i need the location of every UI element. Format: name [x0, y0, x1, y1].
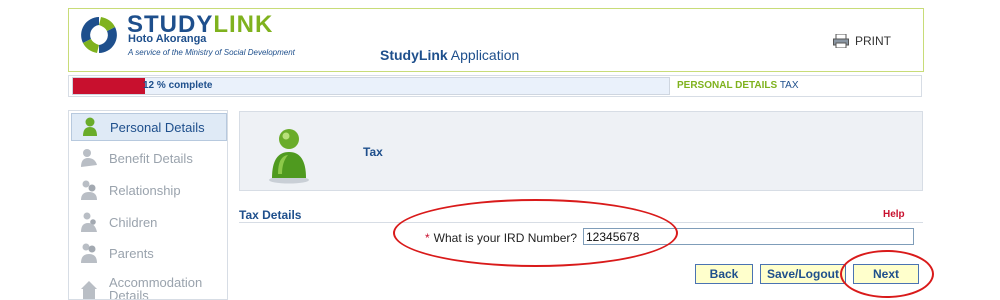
divider — [239, 222, 923, 223]
sidebar-item-parents[interactable]: Parents — [71, 239, 227, 267]
banner-title: Tax — [363, 145, 383, 159]
sidebar-item-children[interactable]: Children — [71, 208, 227, 236]
save-logout-button[interactable]: Save/Logout — [760, 264, 846, 284]
relationship-icon — [81, 180, 97, 200]
parents-icon — [81, 243, 97, 263]
ird-number-label: * What is your IRD Number? — [425, 231, 578, 245]
sidebar-nav: Personal Details Benefit Details Relatio… — [68, 110, 228, 300]
section-banner: Tax — [239, 111, 923, 191]
current-step: PERSONAL DETAILS TAX — [677, 80, 799, 91]
logo-tagline: A service of the Ministry of Social Deve… — [128, 48, 295, 57]
children-icon — [81, 212, 97, 232]
required-marker: * — [425, 231, 430, 245]
person-avatar-icon — [269, 129, 309, 184]
next-button[interactable]: Next — [853, 264, 919, 284]
sidebar-item-personal-details[interactable]: Personal Details — [71, 113, 227, 141]
house-icon — [81, 281, 97, 299]
section-title: Tax Details — [239, 208, 302, 222]
print-button[interactable]: PRINT — [833, 34, 891, 48]
printer-icon — [833, 34, 849, 48]
app-title: StudyLink Application — [380, 47, 520, 63]
sidebar-item-relationship[interactable]: Relationship — [71, 176, 227, 204]
studylink-logo-icon — [81, 17, 117, 53]
progress-label: 12 % complete — [143, 80, 213, 91]
progress-bar: 12 % complete — [72, 77, 670, 95]
benefit-icon — [81, 149, 97, 167]
progress-fill — [73, 78, 145, 94]
logo-subtitle: Hoto Akoranga — [128, 33, 207, 45]
sidebar-item-accommodation-details[interactable]: Accommodation Details — [71, 271, 227, 299]
ird-number-input[interactable] — [583, 228, 914, 245]
person-green-icon — [83, 117, 97, 136]
back-button[interactable]: Back — [695, 264, 753, 284]
help-link[interactable]: Help — [883, 209, 905, 220]
progress-row: 12 % complete PERSONAL DETAILS TAX — [68, 75, 922, 97]
sidebar-item-benefit-details[interactable]: Benefit Details — [71, 144, 227, 172]
site-header: STUDYLINK Hoto Akoranga A service of the… — [68, 8, 924, 72]
print-label: PRINT — [855, 34, 891, 48]
